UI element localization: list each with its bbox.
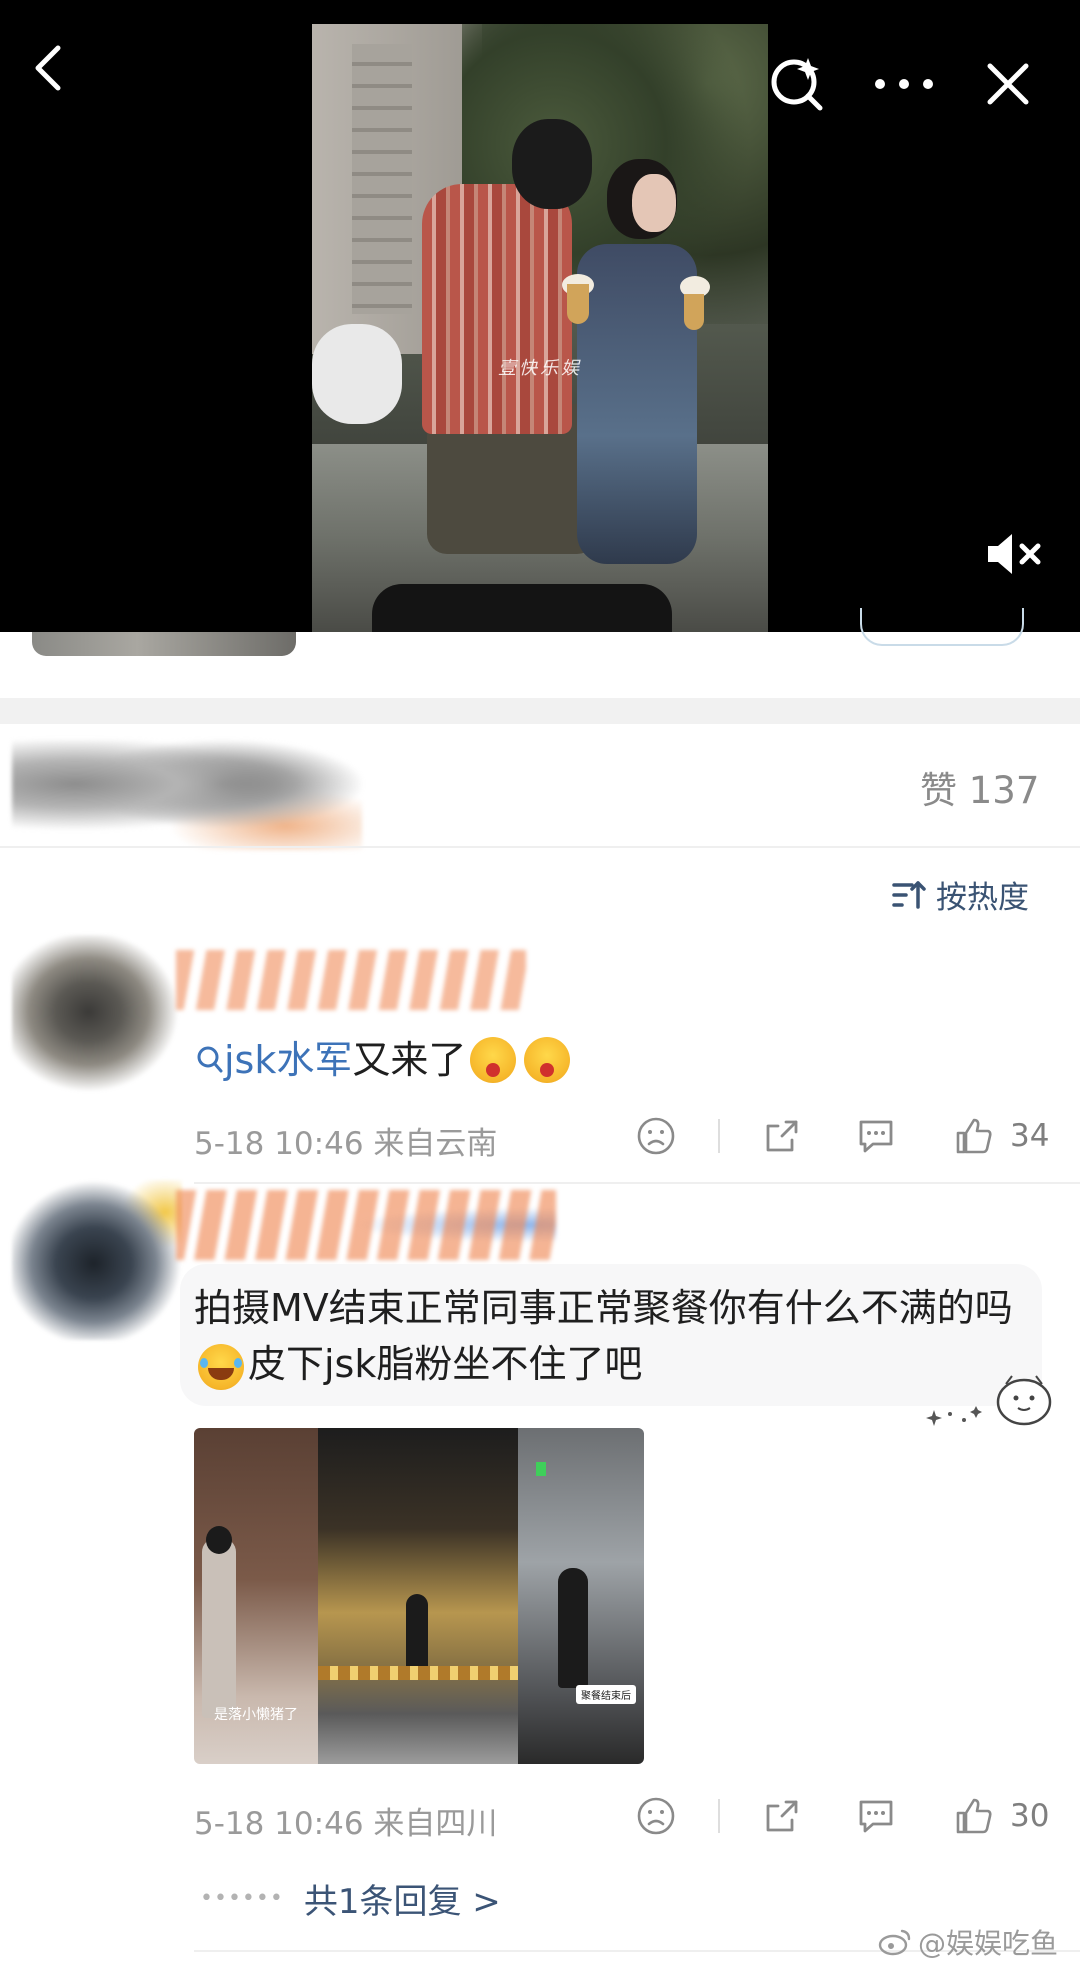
- dislike-button[interactable]: [634, 1794, 678, 1838]
- image-person-head: [206, 1526, 232, 1554]
- divider: [718, 1799, 720, 1833]
- dislike-button[interactable]: [634, 1114, 678, 1158]
- divider: [194, 1182, 1080, 1184]
- video-scene-column: [352, 44, 412, 314]
- comment-bubble-icon: [859, 1120, 893, 1153]
- close-icon: [987, 63, 1029, 105]
- ice-cream-cone: [684, 294, 704, 330]
- video-scene-bag: [372, 584, 672, 632]
- more-dots-icon: [875, 79, 933, 89]
- blurred-header-name: [12, 740, 362, 850]
- weibo-logo-icon: [878, 1929, 911, 1956]
- exit-sign: [536, 1462, 546, 1476]
- tongue-emoji-icon: [524, 1037, 571, 1083]
- comment-image-grid[interactable]: 是落小懒猪了 聚餐结束后: [194, 1428, 644, 1764]
- blurred-username[interactable]: [176, 950, 526, 1010]
- share-button[interactable]: [760, 1114, 804, 1158]
- divider: [0, 846, 1080, 848]
- video-scene-man: [422, 184, 572, 434]
- comment-image[interactable]: 是落小懒猪了: [194, 1428, 318, 1764]
- close-button[interactable]: [976, 52, 1040, 116]
- divider: [718, 1119, 720, 1153]
- image-person: [202, 1538, 236, 1718]
- comment-meta: 5-18 10:46 来自四川: [194, 1798, 497, 1843]
- video-scene-woman-face: [632, 174, 676, 232]
- comment-location: 来自云南: [373, 1126, 498, 1162]
- comment-text: 拍摄MV结束正常同事正常聚餐你有什么不满的吗皮下jsk脂粉坐不住了吧: [194, 1280, 1034, 1392]
- sort-label: 按热度: [936, 880, 1029, 916]
- comment-text: jsk水军 又来了: [196, 1032, 574, 1088]
- reply-button[interactable]: [854, 1794, 898, 1838]
- video-frame[interactable]: 壹快乐娱: [312, 24, 768, 632]
- search-icon: [197, 1046, 223, 1073]
- sort-toggle[interactable]: 按热度: [892, 872, 1029, 917]
- reply-count-label: 共1条回复 >: [303, 1882, 501, 1922]
- like-button[interactable]: [952, 1114, 996, 1158]
- like-count: 34: [1010, 1118, 1050, 1154]
- video-scene-woman: [577, 244, 697, 564]
- image-caption: 聚餐结束后: [576, 1685, 636, 1704]
- image-barrier: [318, 1666, 518, 1680]
- frown-face-icon: [637, 1797, 675, 1835]
- chevron-left-icon: [35, 45, 61, 91]
- like-count[interactable]: 赞 137: [920, 760, 1039, 814]
- search-button[interactable]: [766, 52, 830, 116]
- comment-body: 拍摄MV结束正常同事正常聚餐你有什么不满的吗: [194, 1286, 1013, 1330]
- post-image-partial[interactable]: [32, 632, 296, 656]
- share-icon: [766, 1120, 798, 1152]
- avatar[interactable]: [12, 935, 182, 1095]
- view-replies-link[interactable]: •••••• 共1条回复 >: [200, 1874, 501, 1923]
- mute-button[interactable]: [984, 530, 1054, 594]
- comment-time: 5-18 10:46: [194, 1806, 364, 1842]
- laugh-cry-emoji-icon: [198, 1343, 244, 1390]
- hashtag-link[interactable]: jsk水军: [196, 1032, 352, 1088]
- comment-image[interactable]: 聚餐结束后: [518, 1428, 644, 1764]
- back-button[interactable]: [16, 36, 80, 100]
- image-person: [558, 1568, 588, 1688]
- comment-actions: 30: [634, 1794, 1049, 1838]
- thumbs-up-icon: [956, 1798, 992, 1834]
- speaker-muted-icon: [988, 534, 1041, 574]
- comment-time: 5-18 10:46: [194, 1126, 364, 1162]
- watermark-text: @娱娱吃鱼: [918, 1927, 1059, 1960]
- reply-button[interactable]: [854, 1114, 898, 1158]
- sparkle-sticker-icon: [926, 1375, 1052, 1426]
- comment-body-continued: 皮下jsk脂粉坐不住了吧: [248, 1342, 643, 1386]
- tongue-emoji-icon: [470, 1037, 517, 1083]
- more-button[interactable]: [872, 52, 936, 116]
- image-person: [406, 1594, 428, 1674]
- post-button-partial[interactable]: [860, 608, 1024, 646]
- share-button[interactable]: [760, 1794, 804, 1838]
- comment-bubble-icon: [859, 1800, 893, 1833]
- frown-face-icon: [637, 1117, 675, 1155]
- comment-body: 又来了: [352, 1038, 467, 1082]
- video-scene-man-head: [512, 119, 592, 209]
- image-caption: 是落小懒猪了: [214, 1707, 298, 1723]
- like-button[interactable]: [952, 1794, 996, 1838]
- share-icon: [766, 1800, 798, 1832]
- thumbs-up-icon: [956, 1118, 992, 1154]
- sort-icon: [892, 880, 926, 909]
- section-divider: [0, 698, 1080, 724]
- comment-image[interactable]: [318, 1428, 518, 1764]
- blurred-username[interactable]: [176, 1190, 556, 1260]
- comment-meta: 5-18 10:46 来自云南: [194, 1118, 497, 1163]
- reply-dots-icon: ••••••: [200, 1886, 284, 1911]
- footer-watermark: @娱娱吃鱼: [878, 1922, 1058, 1962]
- video-watermark: 壹快乐娱: [498, 358, 582, 379]
- hashtag-link-text: jsk水军: [224, 1038, 353, 1082]
- comment-actions: 34: [634, 1114, 1049, 1158]
- ice-cream-cone: [567, 284, 589, 324]
- avatar[interactable]: [12, 1180, 182, 1340]
- search-sparkle-icon: [771, 58, 823, 111]
- video-scene-dog: [312, 324, 402, 424]
- comment-location: 来自四川: [373, 1806, 498, 1842]
- like-count: 30: [1010, 1798, 1050, 1834]
